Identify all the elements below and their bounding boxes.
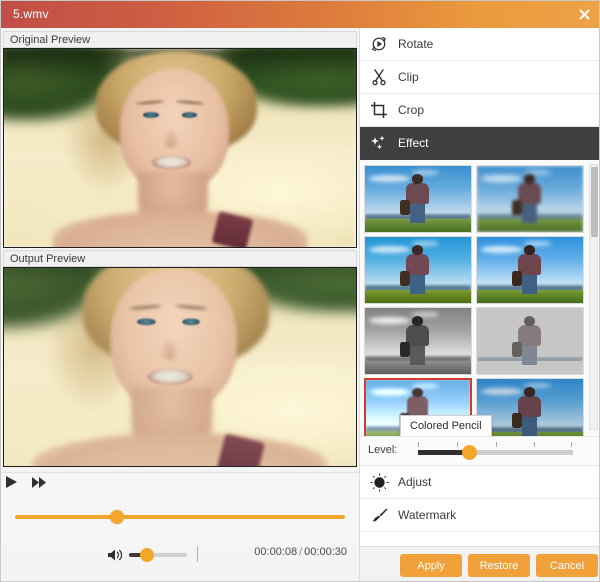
menu-item-label: Effect [398, 136, 429, 150]
apply-button[interactable]: Apply [400, 554, 462, 577]
effect-tooltip: Colored Pencil [400, 415, 492, 436]
effect-thumbnail[interactable] [476, 236, 584, 304]
restore-button[interactable]: Restore [468, 554, 530, 577]
level-ticks [418, 442, 573, 448]
original-preview-label: Original Preview [3, 31, 357, 48]
window-title: 5.wmv [13, 7, 49, 21]
video-editor-window: 5.wmv Original Preview Output Preview 00… [0, 0, 600, 582]
player-controls: 00:00:08/00:00:30 [1, 472, 359, 562]
level-row: Level: [360, 437, 599, 466]
level-label: Level: [368, 444, 398, 456]
play-icon[interactable] [1, 473, 21, 491]
menu-item-watermark[interactable]: Watermark [360, 499, 599, 532]
fast-forward-icon[interactable] [29, 473, 49, 491]
original-preview-video[interactable] [3, 48, 357, 248]
current-time: 00:00:08 [254, 546, 298, 558]
original-video-frame [4, 49, 356, 247]
sparkle-icon [360, 134, 398, 152]
scissors-icon [360, 68, 398, 86]
tools-panel: Rotate Clip Crop Effect Colored Pencil L… [359, 28, 599, 581]
effects-grid [364, 165, 588, 436]
effect-thumbnail[interactable] [364, 307, 472, 375]
volume-handle[interactable] [140, 548, 154, 562]
seek-bar[interactable] [15, 510, 345, 524]
crop-icon [360, 101, 398, 119]
volume-slider[interactable] [129, 548, 187, 562]
output-preview-label: Output Preview [3, 250, 357, 267]
brightness-icon [360, 472, 398, 492]
menu-item-label: Rotate [398, 37, 434, 51]
title-bar: 5.wmv [1, 1, 599, 28]
effects-scrollbar-thumb[interactable] [591, 167, 598, 237]
effects-scrollbar[interactable] [589, 164, 598, 430]
effect-thumbnail[interactable] [476, 165, 584, 233]
output-video-frame [4, 268, 356, 466]
level-fill [418, 450, 468, 455]
menu-item-effect[interactable]: Effect [360, 127, 599, 160]
menu-item-label: Adjust [398, 475, 432, 489]
menu-item-clip[interactable]: Clip [360, 61, 599, 94]
effects-grid-area: Colored Pencil [360, 160, 599, 437]
effect-thumbnail[interactable] [476, 378, 584, 436]
menu-item-rotate[interactable]: Rotate [360, 28, 599, 61]
preview-column: Original Preview Output Preview 00:00:08… [1, 28, 359, 581]
cancel-button[interactable]: Cancel [536, 554, 598, 577]
menu-item-label: Watermark [398, 508, 457, 522]
menu-item-label: Clip [398, 70, 419, 84]
output-preview-video[interactable] [3, 267, 357, 467]
level-slider[interactable] [418, 445, 573, 460]
total-time: 00:00:30 [304, 546, 347, 558]
rotate-icon [360, 35, 398, 53]
dialog-footer: Apply Restore Cancel [360, 546, 599, 581]
controls-divider [197, 546, 198, 562]
seek-handle[interactable] [110, 510, 124, 524]
level-handle[interactable] [462, 445, 477, 460]
menu-item-crop[interactable]: Crop [360, 94, 599, 127]
brush-icon [360, 506, 398, 525]
close-icon[interactable] [573, 4, 595, 25]
effect-thumbnail[interactable] [476, 307, 584, 375]
timecode: 00:00:08/00:00:30 [254, 546, 347, 558]
volume-icon[interactable] [106, 546, 124, 564]
menu-item-adjust[interactable]: Adjust [360, 466, 599, 499]
menu-item-label: Crop [398, 103, 425, 117]
effect-thumbnail[interactable] [364, 236, 472, 304]
effect-thumbnail[interactable] [364, 165, 472, 233]
